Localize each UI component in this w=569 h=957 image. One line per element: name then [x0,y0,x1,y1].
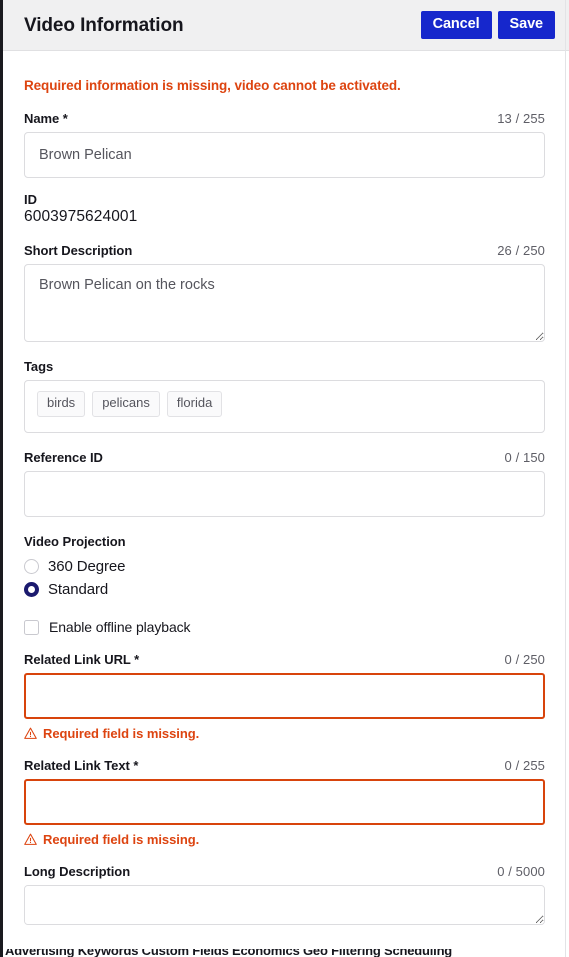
related-link-text-error-text: Required field is missing. [43,832,200,848]
field-related-link-url-counter: 0 / 250 [504,652,545,668]
field-related-link-text-head: Related Link Text * 0 / 255 [24,758,545,773]
short-description-textarea[interactable] [24,264,545,343]
field-reference-id: Reference ID 0 / 150 [24,450,545,518]
field-long-description-counter: 0 / 5000 [497,864,545,880]
radio-option-label: 360 Degree [48,558,126,576]
field-tags: Tags birds pelicans florida [24,359,545,434]
related-link-text-error: Required field is missing. [24,832,545,847]
radio-checked-icon [24,582,39,598]
field-related-link-text-label: Related Link Text * [24,758,139,774]
field-video-projection-head: Video Projection [24,534,545,549]
checkbox-unchecked-icon [24,619,39,635]
checkbox-label: Enable offline playback [49,619,191,636]
cancel-button[interactable]: Cancel [420,10,492,40]
field-tags-head: Tags [24,359,545,374]
field-related-link-text: Related Link Text * 0 / 255 Required fie… [24,758,545,847]
field-reference-id-counter: 0 / 150 [504,450,545,466]
form-alert-message: Required information is missing, video c… [24,78,401,93]
field-related-link-url-label: Related Link URL * [24,652,140,668]
warning-triangle-icon [24,833,37,846]
tags-input-area[interactable]: birds pelicans florida [24,380,545,434]
page-title: Video Information [24,14,184,36]
field-long-description: Long Description 0 / 5000 [24,864,545,926]
left-edge-strip [0,0,3,957]
field-long-description-label: Long Description [24,864,131,880]
right-edge-rule [565,0,566,957]
field-name-counter: 13 / 255 [497,111,545,127]
video-information-panel: Video Information Cancel Save Required i… [0,0,569,957]
long-description-textarea[interactable] [24,885,545,926]
save-button[interactable]: Save [497,10,555,40]
field-short-description: Short Description 26 / 250 [24,243,545,343]
panel-header: Video Information Cancel Save [0,0,569,51]
name-input[interactable] [24,132,545,179]
field-related-link-text-counter: 0 / 255 [504,758,545,774]
radio-unchecked-icon [24,559,39,575]
clipped-bottom-row-text: Advertising Keywords Custom Fields Econo… [5,949,453,957]
radio-option-label: Standard [48,581,109,599]
tag-chip[interactable]: florida [166,391,223,418]
warning-triangle-icon [24,727,37,740]
header-actions: Cancel Save [420,10,555,40]
related-link-url-input[interactable] [24,673,545,720]
field-video-projection: Video Projection 360 Degree Standard [24,534,545,601]
field-long-description-head: Long Description 0 / 5000 [24,864,545,879]
field-id-value: 6003975624001 [24,208,138,226]
field-short-description-head: Short Description 26 / 250 [24,243,545,258]
field-short-description-label: Short Description [24,243,133,259]
field-name-label: Name * [24,111,68,127]
form-body: Required information is missing, video c… [0,51,569,957]
field-reference-id-label: Reference ID [24,450,103,466]
field-short-description-counter: 26 / 250 [497,243,545,259]
field-reference-id-head: Reference ID 0 / 150 [24,450,545,465]
field-name-head: Name * 13 / 255 [24,111,545,126]
field-name: Name * 13 / 255 [24,111,545,179]
tag-chip[interactable]: pelicans [92,391,160,418]
reference-id-input[interactable] [24,471,545,518]
checkbox-enable-offline-playback[interactable]: Enable offline playback [24,619,545,635]
field-related-link-url: Related Link URL * 0 / 250 Required fiel… [24,652,545,741]
related-link-text-input[interactable] [24,779,545,826]
clipped-bottom-row: Advertising Keywords Custom Fields Econo… [3,949,565,957]
field-id: ID 6003975624001 [24,192,545,226]
video-projection-radio-group: 360 Degree Standard [24,555,545,601]
field-tags-label: Tags [24,359,54,375]
related-link-url-error: Required field is missing. [24,726,545,741]
field-related-link-url-head: Related Link URL * 0 / 250 [24,652,545,667]
radio-option-360-degree[interactable]: 360 Degree [24,555,545,578]
field-id-label: ID [24,192,37,208]
radio-option-standard[interactable]: Standard [24,578,545,601]
field-video-projection-label: Video Projection [24,534,126,550]
tag-chip[interactable]: birds [37,391,86,418]
related-link-url-error-text: Required field is missing. [43,726,200,742]
